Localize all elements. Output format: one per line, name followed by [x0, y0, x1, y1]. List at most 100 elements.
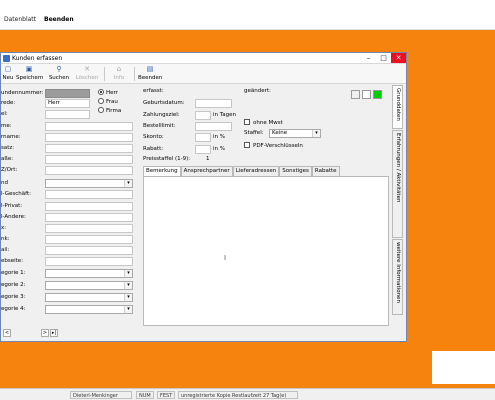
- delete-icon: ✕: [84, 65, 90, 73]
- maximize-icon[interactable]: □: [376, 53, 391, 63]
- checkbox-icon[interactable]: [244, 119, 250, 125]
- customer-dialog: Kunden erfassen – □ ✕ ▢ Neu ▣ Speichern …: [0, 52, 407, 342]
- radio-icon[interactable]: [98, 98, 104, 104]
- fax-field[interactable]: [45, 224, 133, 233]
- zip-city-label: Z/Ort:: [1, 167, 18, 173]
- color-swatch-white[interactable]: [362, 90, 371, 99]
- name-field[interactable]: [45, 122, 133, 131]
- search-icon: ⚲: [56, 65, 62, 73]
- remark-textarea[interactable]: I: [143, 176, 389, 326]
- info-button[interactable]: ⌂ Info: [109, 65, 129, 83]
- chevron-down-icon[interactable]: ▾: [124, 306, 132, 313]
- radio-icon[interactable]: [98, 107, 104, 113]
- checkbox-icon[interactable]: [244, 142, 250, 148]
- vtab-weitere-informationen[interactable]: weitere Informationen: [392, 239, 403, 315]
- rebate-field[interactable]: [195, 145, 211, 154]
- chevron-down-icon[interactable]: ▾: [124, 270, 132, 277]
- payment-term-field[interactable]: [195, 111, 211, 120]
- email-field[interactable]: [45, 246, 133, 255]
- salutation-label: rede:: [1, 100, 16, 106]
- nav-prev-button[interactable]: <: [3, 329, 11, 337]
- radio-selected-icon[interactable]: [98, 89, 104, 95]
- color-swatch-gray[interactable]: [351, 90, 360, 99]
- addition-field[interactable]: [45, 144, 133, 153]
- info-icon: ⌂: [116, 65, 122, 73]
- title-field[interactable]: [45, 110, 90, 119]
- category-2-select[interactable]: ▾: [45, 281, 133, 290]
- email-label: ail:: [1, 247, 10, 253]
- phone-private-field[interactable]: [45, 202, 133, 211]
- mobile-field[interactable]: [45, 235, 133, 244]
- zip-city-field[interactable]: [45, 166, 133, 175]
- category-4-select[interactable]: ▾: [45, 305, 133, 314]
- toolbar-separator: [134, 67, 135, 81]
- dialog-titlebar[interactable]: Kunden erfassen – □ ✕: [1, 53, 406, 64]
- price-tier-label: Preisstaffel (1-9):: [143, 156, 191, 162]
- nav-last-button[interactable]: ▸|: [50, 329, 58, 337]
- close-icon[interactable]: ✕: [391, 53, 406, 63]
- discount-cash-unit: in %: [213, 134, 225, 140]
- modified-label: geändert:: [244, 88, 271, 94]
- chevron-down-icon[interactable]: ▾: [124, 294, 132, 301]
- category-1-select[interactable]: ▾: [45, 269, 133, 278]
- color-swatch-green[interactable]: [373, 90, 382, 99]
- street-label: aße:: [1, 156, 14, 162]
- addition-label: satz:: [1, 145, 15, 151]
- save-button[interactable]: ▣ Speichern: [16, 65, 43, 83]
- title-label: el:: [1, 111, 8, 117]
- birthdate-field[interactable]: [195, 99, 232, 108]
- minimize-icon[interactable]: –: [361, 53, 376, 63]
- without-vat-checkbox[interactable]: ohne Mwst: [244, 119, 283, 127]
- phone-other-label: l-Andere:: [1, 214, 26, 220]
- search-button[interactable]: ⚲ Suchen: [47, 65, 71, 83]
- order-limit-field[interactable]: [195, 122, 232, 131]
- delete-button[interactable]: ✕ Löschen: [75, 65, 99, 83]
- menu-beenden[interactable]: Beenden: [40, 15, 78, 25]
- new-button[interactable]: ▢ Neu: [1, 65, 15, 83]
- exit-button[interactable]: ▤ Beenden: [138, 65, 162, 83]
- dialog-toolbar: ▢ Neu ▣ Speichern ⚲ Suchen ✕ Löschen ⌂ I…: [1, 64, 406, 84]
- chevron-down-icon[interactable]: ▾: [124, 180, 132, 187]
- menu-datenblatt[interactable]: Datenblatt: [0, 15, 40, 25]
- website-field[interactable]: [45, 257, 133, 266]
- price-tier-value[interactable]: 1: [206, 155, 210, 164]
- mobile-label: nk:: [1, 236, 10, 242]
- vtab-grunddaten[interactable]: Grunddaten: [392, 85, 403, 129]
- vtab-erfahrungen[interactable]: Erfahrungen / Aktivitäten: [392, 130, 403, 238]
- category-3-select[interactable]: ▾: [45, 293, 133, 302]
- window-controls: – □ ✕: [361, 53, 406, 63]
- detail-tabs: Bemerkung Ansprechpartner Lieferadressen…: [143, 166, 340, 177]
- phone-business-label: l-Geschäft:: [1, 191, 31, 197]
- firstname-field[interactable]: [45, 133, 133, 142]
- chevron-down-icon[interactable]: ▾: [312, 130, 320, 137]
- customer-number-label: undennummer:: [1, 90, 44, 96]
- phone-other-field[interactable]: [45, 213, 133, 222]
- discount-cash-label: Skonto:: [143, 134, 164, 140]
- nav-next-button[interactable]: >: [41, 329, 49, 337]
- tab-lieferadressen[interactable]: Lieferadressen: [232, 166, 280, 176]
- tab-sonstiges[interactable]: Sonstiges: [279, 166, 312, 176]
- radio-firma[interactable]: Firma: [98, 107, 121, 115]
- name-label: me:: [1, 123, 12, 129]
- chevron-down-icon[interactable]: ▾: [124, 282, 132, 289]
- country-label: nd: [1, 180, 8, 186]
- fax-label: x:: [1, 225, 7, 231]
- phone-business-field[interactable]: [45, 190, 133, 199]
- tab-rabatte[interactable]: Rabatte: [311, 166, 340, 176]
- toolbar-separator: [104, 67, 105, 81]
- payment-term-label: Zahlungsziel:: [143, 112, 180, 118]
- scale-label: Staffel:: [244, 130, 264, 136]
- status-num: NUM: [136, 391, 154, 399]
- dialog-title: Kunden erfassen: [12, 55, 63, 62]
- salutation-field[interactable]: Herr: [45, 99, 90, 108]
- street-field[interactable]: [45, 155, 133, 164]
- tab-ansprechpartner[interactable]: Ansprechpartner: [180, 166, 233, 176]
- country-select[interactable]: ▾: [45, 179, 133, 188]
- radio-frau[interactable]: Frau: [98, 98, 118, 106]
- scale-select[interactable]: Keine ▾: [269, 129, 321, 138]
- status-bar: Dieterl-Menkinger NUM FEST unregistriert…: [0, 388, 495, 400]
- radio-herr[interactable]: Herr: [98, 89, 118, 97]
- white-panel: [432, 351, 495, 384]
- discount-cash-field[interactable]: [195, 133, 211, 142]
- pdf-encrypt-checkbox[interactable]: PDF-Verschlüsseln: [244, 142, 303, 150]
